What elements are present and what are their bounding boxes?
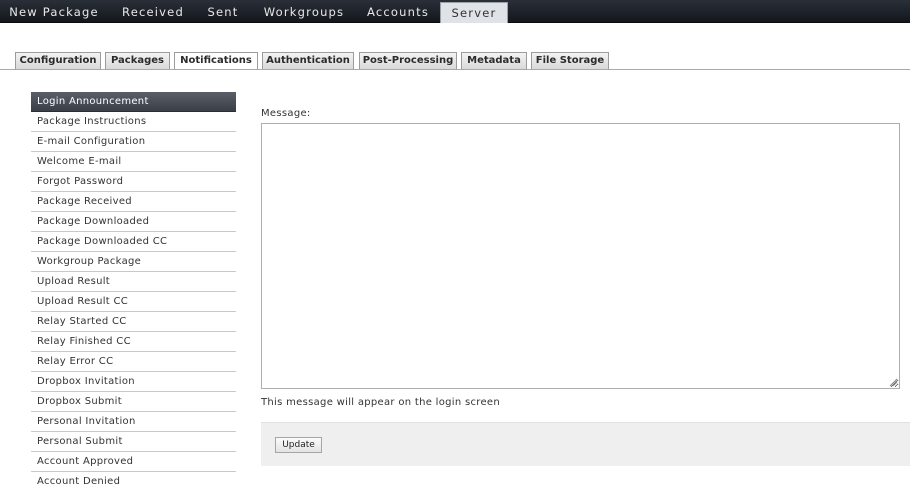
- tab-post-processing[interactable]: Post-Processing: [359, 52, 457, 70]
- message-hint: This message will appear on the login sc…: [261, 397, 501, 408]
- sidebar-item-package-downloaded[interactable]: Package Downloaded: [31, 212, 236, 232]
- tab-packages[interactable]: Packages: [105, 52, 170, 70]
- sidebar-item-relay-error-cc[interactable]: Relay Error CC: [31, 352, 236, 372]
- nav-workgroups[interactable]: Workgroups: [257, 2, 351, 23]
- sidebar-item-package-downloaded-cc[interactable]: Package Downloaded CC: [31, 232, 236, 252]
- sidebar-item-upload-result-cc[interactable]: Upload Result CC: [31, 292, 236, 312]
- nav-received[interactable]: Received: [116, 2, 190, 23]
- tab-file-storage[interactable]: File Storage: [531, 52, 609, 70]
- message-textarea[interactable]: [261, 123, 900, 389]
- sidebar-item-personal-invitation[interactable]: Personal Invitation: [31, 412, 236, 432]
- sidebar-item-forgot-password[interactable]: Forgot Password: [31, 172, 236, 192]
- tab-notifications[interactable]: Notifications: [174, 52, 258, 70]
- nav-accounts[interactable]: Accounts: [363, 2, 433, 23]
- sidebar-item-upload-result[interactable]: Upload Result: [31, 272, 236, 292]
- sidebar-item-login-announcement[interactable]: Login Announcement: [31, 92, 236, 112]
- sidebar-item-relay-finished-cc[interactable]: Relay Finished CC: [31, 332, 236, 352]
- nav-sent[interactable]: Sent: [201, 2, 245, 23]
- nav-new-package[interactable]: New Package: [4, 2, 104, 23]
- update-button[interactable]: Update: [275, 437, 322, 453]
- resize-grip-icon[interactable]: [888, 377, 898, 387]
- sidebar-item-personal-submit[interactable]: Personal Submit: [31, 432, 236, 452]
- sidebar-item-welcome-email[interactable]: Welcome E-mail: [31, 152, 236, 172]
- top-nav: New Package Received Sent Workgroups Acc…: [0, 0, 910, 23]
- form-footer: [261, 422, 910, 466]
- sidebar-item-dropbox-submit[interactable]: Dropbox Submit: [31, 392, 236, 412]
- sidebar-item-relay-started-cc[interactable]: Relay Started CC: [31, 312, 236, 332]
- sidebar-item-workgroup-package[interactable]: Workgroup Package: [31, 252, 236, 272]
- sidebar-item-package-instructions[interactable]: Package Instructions: [31, 112, 236, 132]
- message-label: Message:: [261, 108, 311, 119]
- sidebar-item-dropbox-invitation[interactable]: Dropbox Invitation: [31, 372, 236, 392]
- sidebar-item-package-received[interactable]: Package Received: [31, 192, 236, 212]
- tab-configuration[interactable]: Configuration: [15, 52, 101, 70]
- tab-authentication[interactable]: Authentication: [262, 52, 354, 70]
- tab-metadata[interactable]: Metadata: [461, 52, 527, 70]
- tab-divider: [0, 69, 910, 70]
- sidebar-item-account-approved[interactable]: Account Approved: [31, 452, 236, 472]
- sidebar-item-email-configuration[interactable]: E-mail Configuration: [31, 132, 236, 152]
- nav-server[interactable]: Server: [440, 2, 508, 23]
- sidebar-item-account-denied[interactable]: Account Denied: [31, 472, 236, 491]
- notification-sidebar: Login Announcement Package Instructions …: [31, 92, 236, 491]
